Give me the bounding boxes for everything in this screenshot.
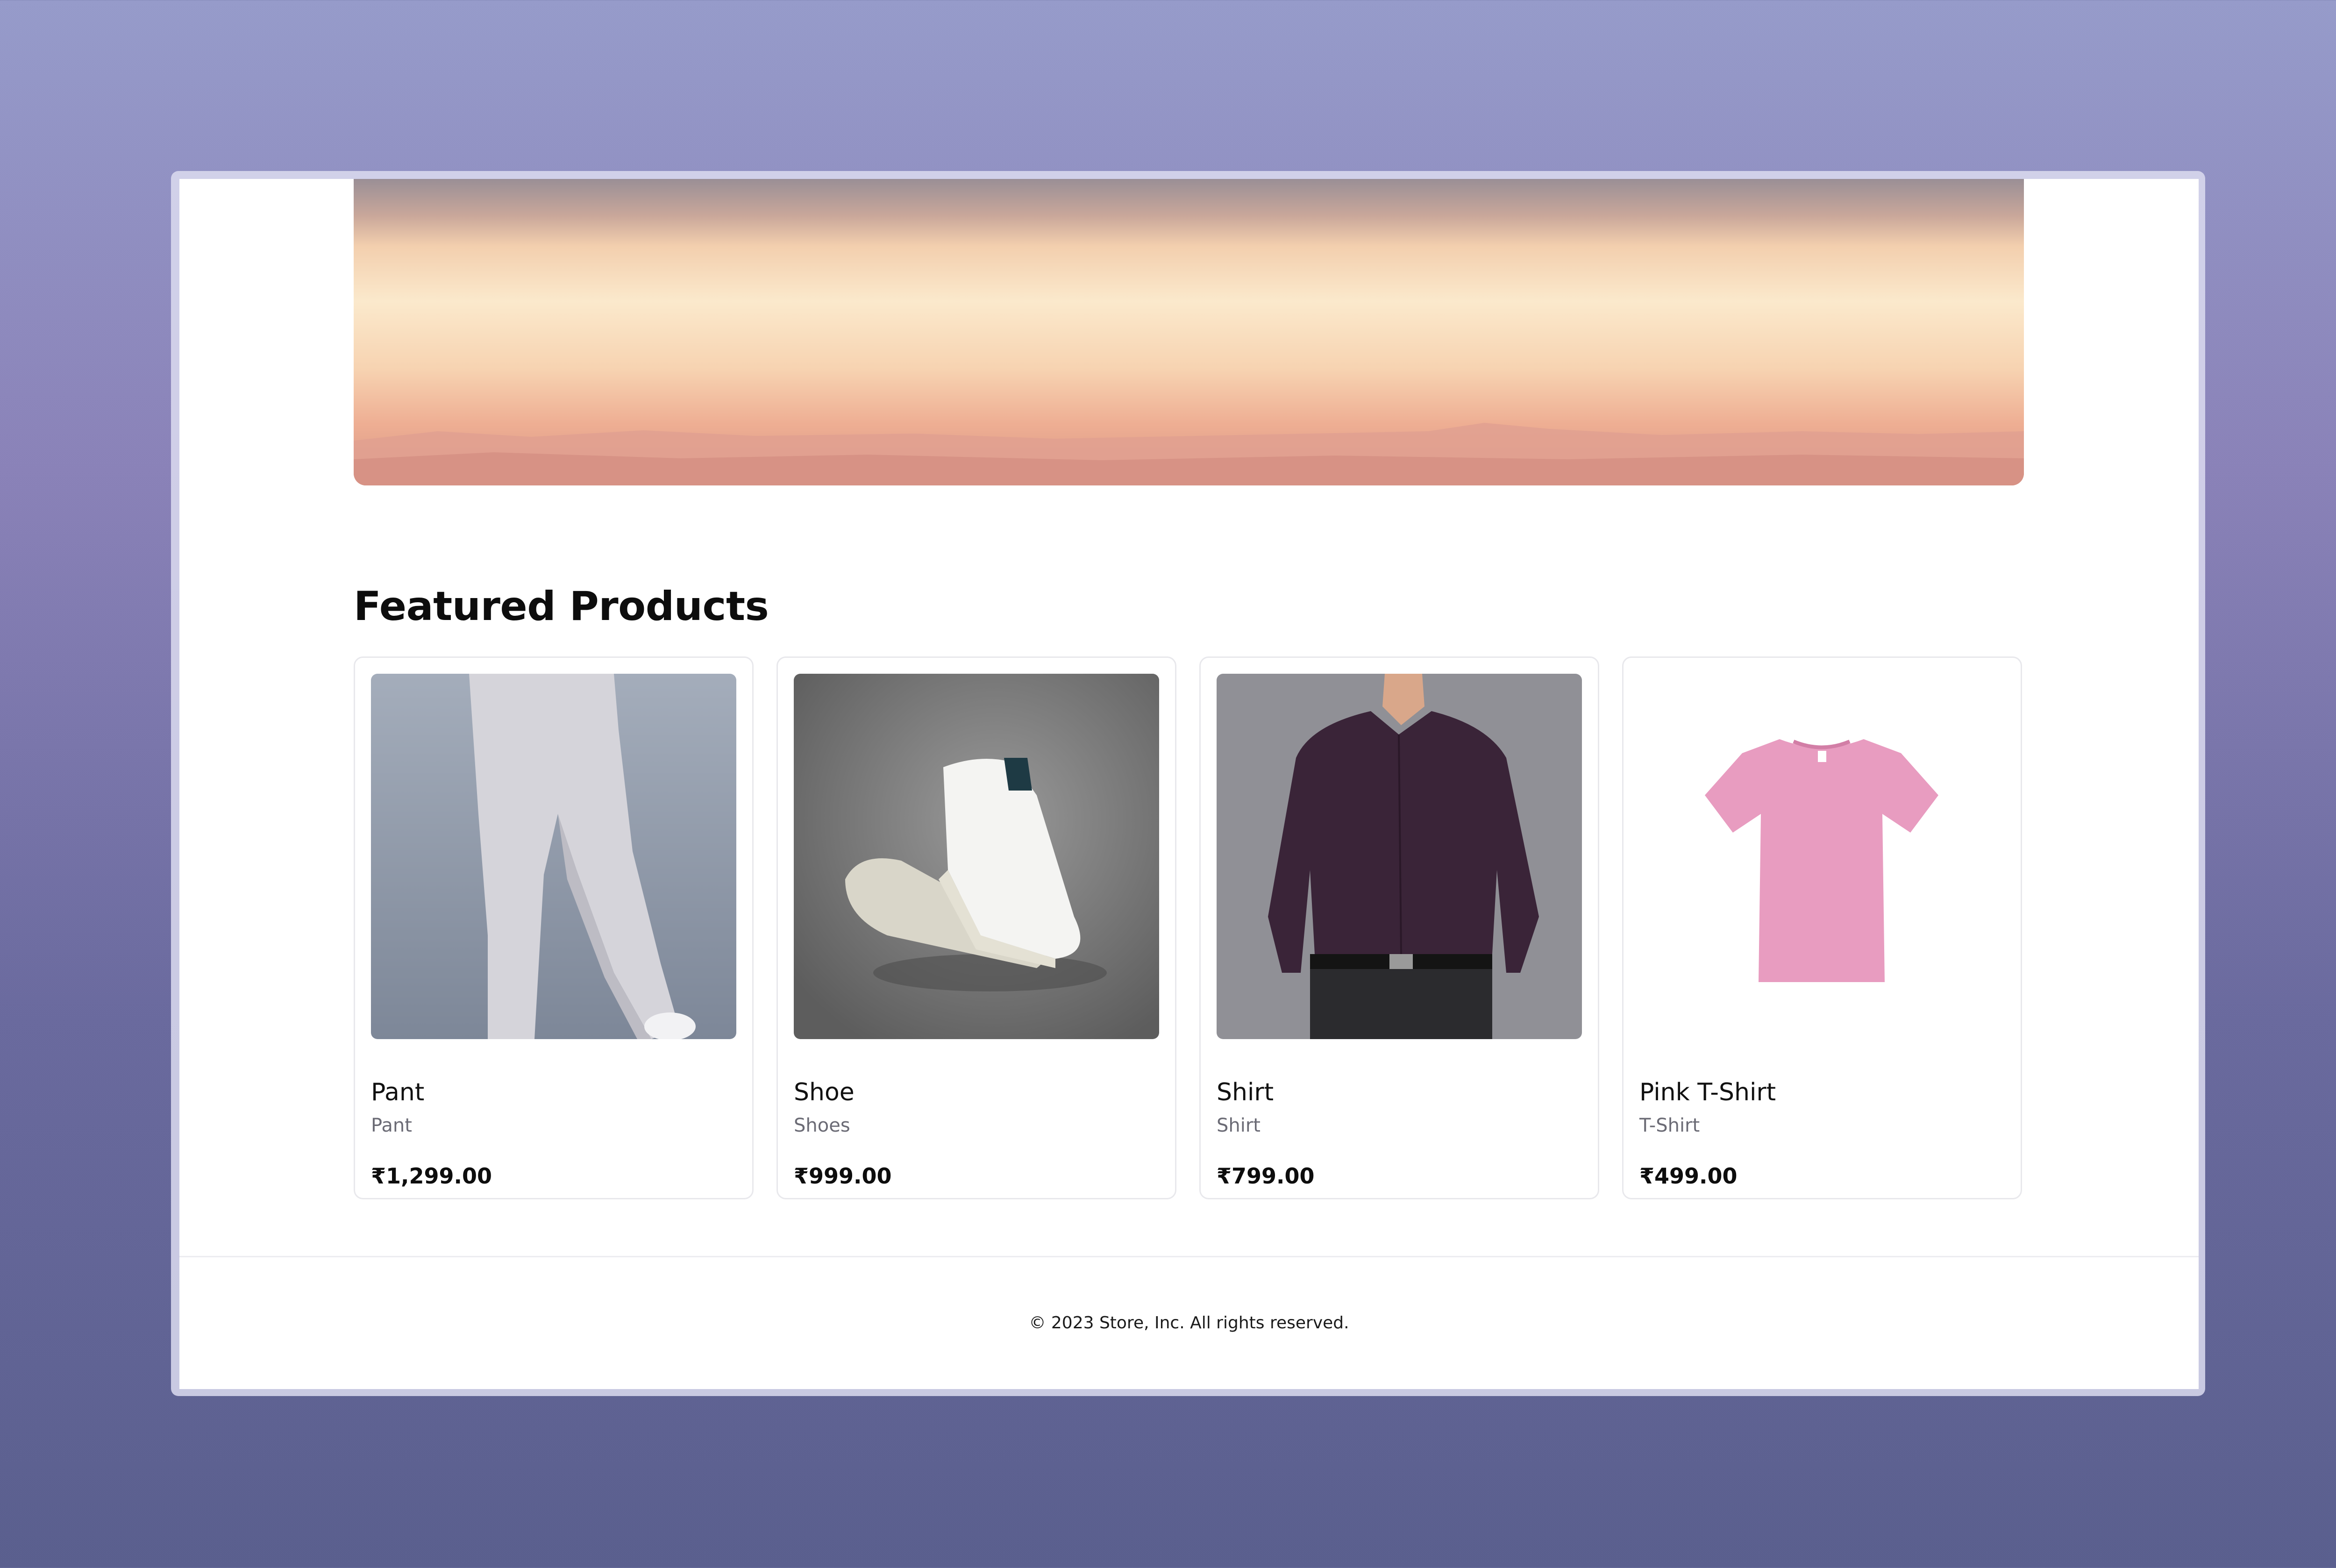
pant-photo[interactable] <box>371 674 736 1039</box>
product-card[interactable]: Pink T-Shirt T-Shirt ₹499.00 <box>1622 656 2022 1199</box>
product-card[interactable]: Shirt Shirt ₹799.00 <box>1199 656 1599 1199</box>
product-price: ₹1,299.00 <box>371 1163 492 1189</box>
shoe-photo[interactable] <box>794 674 1159 1039</box>
product-name[interactable]: Shirt <box>1217 1078 1274 1106</box>
product-category: Pant <box>371 1115 412 1136</box>
footer-divider <box>179 1256 2199 1257</box>
product-card[interactable]: Shoe Shoes ₹999.00 <box>776 656 1176 1199</box>
featured-products-heading: Featured Products <box>354 583 769 630</box>
product-price: ₹499.00 <box>1639 1163 1738 1189</box>
footer-copyright: © 2023 Store, Inc. All rights reserved. <box>1029 1313 1349 1333</box>
product-category: Shirt <box>1217 1115 1261 1136</box>
product-category: Shoes <box>794 1115 850 1136</box>
product-price: ₹799.00 <box>1217 1163 1315 1189</box>
product-name[interactable]: Pant <box>371 1078 424 1106</box>
product-name[interactable]: Shoe <box>794 1078 855 1106</box>
hero-banner-image <box>354 179 2024 485</box>
product-name[interactable]: Pink T-Shirt <box>1639 1078 1776 1106</box>
product-price: ₹999.00 <box>794 1163 892 1189</box>
tshirt-photo[interactable] <box>1639 674 2005 1039</box>
product-card[interactable]: Pant Pant ₹1,299.00 <box>354 656 754 1199</box>
store-page: Featured Products Pant Pant ₹1,299.00 Sh… <box>179 179 2199 1389</box>
product-category: T-Shirt <box>1639 1115 1700 1136</box>
shirt-photo[interactable] <box>1217 674 1582 1039</box>
